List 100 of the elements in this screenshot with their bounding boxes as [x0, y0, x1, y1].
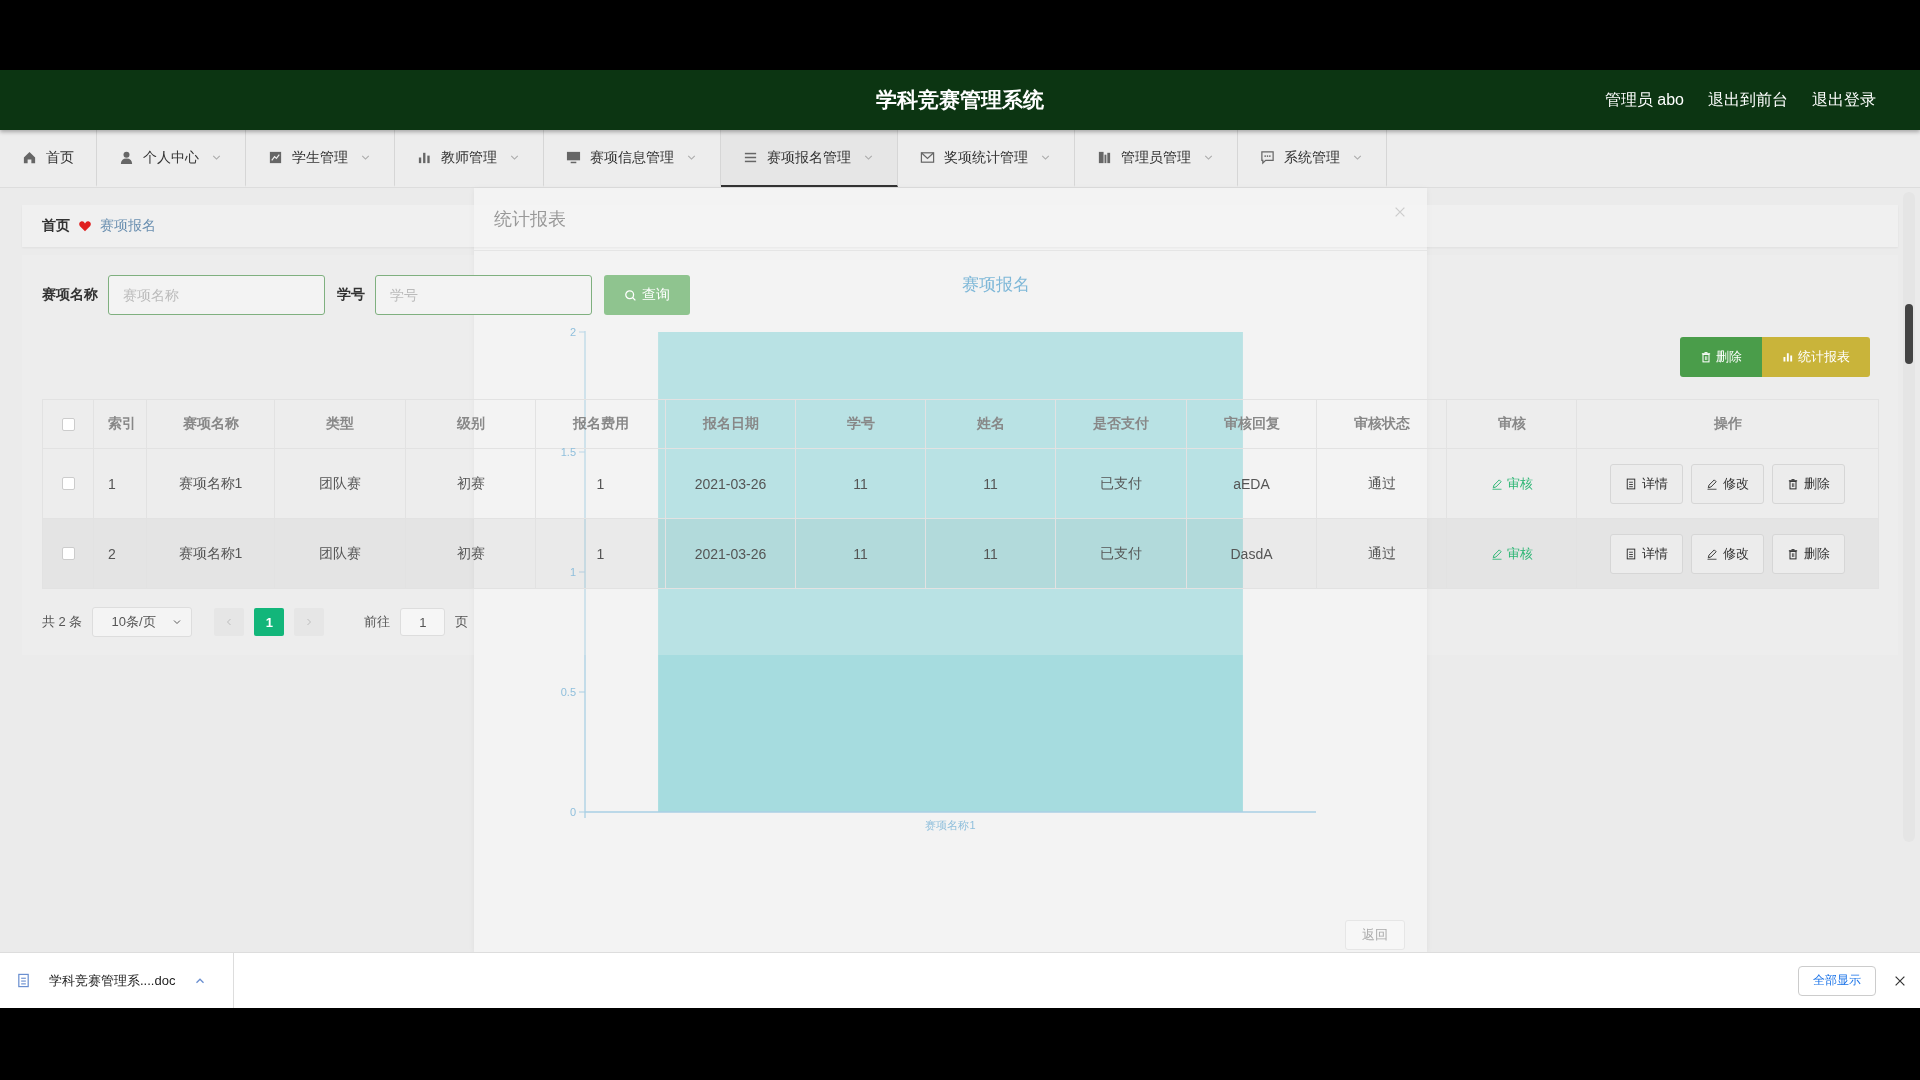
prev-page-button[interactable]	[214, 608, 245, 636]
column-header: 赛项名称	[182, 415, 239, 433]
table-cell: 团队赛	[319, 544, 361, 563]
chart-box-icon	[268, 150, 283, 165]
column-header: 类型	[326, 415, 354, 433]
delete-button[interactable]: 删除	[1772, 463, 1845, 504]
page-suffix: 页	[455, 613, 469, 631]
header-link[interactable]: 退出登录	[1812, 89, 1876, 111]
table-cell: 2021-03-26	[694, 545, 767, 562]
trash-icon	[1787, 477, 1799, 490]
monitor-icon	[566, 150, 581, 165]
breadcrumb-item[interactable]: 首页	[42, 217, 70, 235]
menu-lines-icon	[743, 150, 758, 165]
axis-tick-label: 2	[569, 326, 576, 338]
trash-icon	[1787, 547, 1799, 560]
delete-button[interactable]: 删除	[1772, 533, 1845, 574]
table-cell: 11	[983, 475, 998, 492]
page-size-select[interactable]: 10条/页	[92, 607, 193, 637]
download-file-name[interactable]: 学科竞赛管理系....doc	[49, 971, 176, 990]
table-cell: 11	[853, 545, 868, 562]
close-icon	[1393, 205, 1407, 219]
breadcrumb-item: 赛项报名	[100, 217, 156, 235]
table-cell: 赛项名称1	[178, 474, 243, 493]
nav-tab[interactable]: 首页	[0, 130, 97, 187]
user-icon	[119, 150, 134, 165]
goto-label: 前往	[364, 613, 391, 631]
row-checkbox[interactable]	[61, 477, 75, 490]
envelope-icon	[920, 150, 935, 165]
column-header: 操作	[1713, 415, 1742, 433]
table-cell: 通过	[1367, 474, 1396, 493]
header-link[interactable]: 退出到前台	[1708, 89, 1788, 111]
nav-tab[interactable]: 赛项报名管理	[721, 130, 898, 187]
field-label: 赛项名称	[42, 286, 98, 304]
table-cell: 初赛	[456, 544, 485, 563]
column-header: 学号	[846, 415, 875, 433]
table-cell: 11	[983, 545, 998, 562]
table-cell: 赛项名称1	[178, 544, 243, 563]
table-cell: 已支付	[1100, 544, 1142, 563]
column-header: 报名日期	[702, 415, 759, 433]
axis-tick-label: 0	[569, 806, 576, 818]
column-header: 审核状态	[1353, 415, 1410, 433]
details-button[interactable]: 详情	[1610, 463, 1683, 504]
nav-tab[interactable]: 管理员管理	[1075, 130, 1238, 187]
nav-tab[interactable]: 个人中心	[97, 130, 246, 187]
document-icon	[1625, 477, 1637, 490]
document-icon	[16, 973, 31, 988]
dialog-title: 统计报表	[494, 208, 566, 231]
table-cell: 11	[853, 475, 868, 492]
table-cell: 通过	[1367, 544, 1396, 563]
show-all-button[interactable]: 全部显示	[1798, 965, 1876, 996]
details-button[interactable]: 详情	[1610, 533, 1683, 574]
chat-bubble-icon	[1260, 150, 1275, 165]
heart-icon	[78, 219, 92, 233]
bar-chart-icon	[1782, 351, 1794, 363]
pencil-icon	[1706, 477, 1718, 490]
column-header: 索引	[108, 415, 136, 433]
axis-category-label: 赛项名称1	[925, 819, 976, 831]
table-cell: aEDA	[1233, 475, 1270, 492]
axis-tick-label: 1	[569, 566, 576, 578]
user-link[interactable]: 管理员 abo	[1604, 89, 1684, 111]
total-count: 共 2 条	[42, 613, 83, 631]
row-checkbox[interactable]	[61, 547, 75, 560]
page-input[interactable]: 1	[400, 608, 446, 636]
chart-title: 赛项报名	[961, 275, 1030, 294]
pencil-icon	[1706, 547, 1718, 560]
table-cell: 团队赛	[319, 474, 361, 493]
app-title: 学科竞赛管理系统	[876, 88, 1044, 111]
table-cell: DasdA	[1230, 545, 1273, 562]
pencil-icon	[1490, 477, 1503, 490]
nav-tab[interactable]: 学生管理	[246, 130, 395, 187]
search-icon	[624, 288, 637, 302]
field-label: 学号	[337, 286, 365, 304]
table-cell: 1	[596, 545, 605, 562]
edit-button[interactable]: 修改	[1691, 463, 1764, 504]
bar-chart-icon	[417, 150, 432, 165]
nav-tab[interactable]: 教师管理	[395, 130, 544, 187]
next-page-button[interactable]	[294, 608, 325, 636]
table-cell: 2	[108, 545, 116, 562]
table-cell: 2021-03-26	[694, 475, 767, 492]
table-cell: 已支付	[1100, 474, 1142, 493]
home-icon	[22, 150, 37, 165]
column-header: 级别	[456, 415, 485, 433]
document-icon	[1625, 547, 1637, 560]
column-header: 审核回复	[1223, 415, 1280, 433]
table-cell: 1	[596, 475, 605, 492]
bar-chart-icon	[1097, 150, 1112, 165]
scrollbar[interactable]	[1903, 192, 1915, 842]
axis-tick-label: 0.5	[560, 686, 576, 698]
nav-tab[interactable]: 奖项统计管理	[898, 130, 1075, 187]
select-all-checkbox[interactable]	[61, 417, 75, 431]
table-cell: 初赛	[456, 474, 485, 493]
column-header: 姓名	[976, 415, 1005, 433]
nav-tab[interactable]: 系统管理	[1238, 130, 1387, 187]
table-cell: 1	[108, 475, 116, 492]
column-header: 报名费用	[572, 415, 629, 433]
column-header: 审核	[1497, 415, 1526, 433]
column-header: 是否支付	[1093, 415, 1149, 433]
axis-tick-label: 1.5	[560, 446, 576, 458]
trash-icon	[1700, 351, 1712, 363]
edit-button[interactable]: 修改	[1691, 533, 1764, 574]
